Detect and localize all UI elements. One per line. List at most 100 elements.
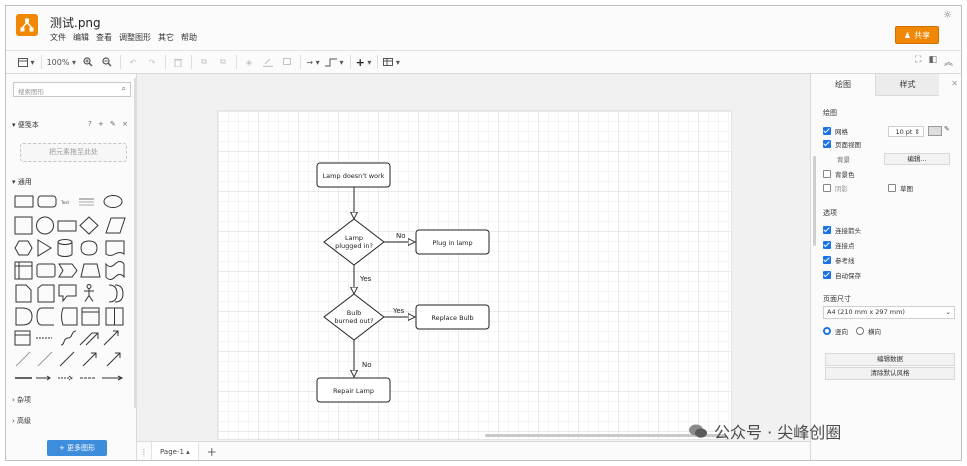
shape-document[interactable] bbox=[105, 240, 125, 256]
grid-size-input[interactable]: 10 pt ⇕ bbox=[888, 126, 924, 137]
line-color-icon[interactable] bbox=[261, 54, 275, 70]
table-icon[interactable]: ▾ bbox=[383, 54, 400, 70]
guides-checkbox[interactable] bbox=[823, 256, 831, 264]
grid-color-swatch[interactable] bbox=[928, 126, 942, 136]
connection-arrows-option[interactable]: 连接箭头 bbox=[823, 225, 861, 235]
shape-rounded-rectangle[interactable] bbox=[37, 195, 57, 208]
background-edit-button[interactable]: 编辑... bbox=[884, 153, 950, 165]
node-replace-bulb[interactable]: Replace Bulb bbox=[415, 304, 490, 330]
shape-cylinder[interactable] bbox=[57, 239, 73, 257]
shape-card-corner[interactable] bbox=[37, 284, 55, 303]
node-plug-in-lamp[interactable]: Plug in lamp bbox=[415, 229, 490, 255]
page-view-checkbox[interactable] bbox=[823, 140, 831, 148]
flowchart[interactable]: No Yes Yes No Lamp doesn't work Lamp plu… bbox=[218, 111, 733, 441]
node-lamp-doesnt-work[interactable]: Lamp doesn't work bbox=[316, 162, 391, 188]
menu-extras[interactable]: 其它 bbox=[158, 32, 174, 43]
shape-step[interactable] bbox=[58, 263, 78, 278]
advanced-header[interactable]: › 高级 bbox=[12, 416, 31, 426]
shape-stored-data[interactable] bbox=[61, 307, 78, 326]
sidebar-toggle-icon[interactable]: ▾ bbox=[18, 54, 35, 70]
zoom-in-icon[interactable] bbox=[81, 54, 95, 70]
shape-triangle[interactable] bbox=[37, 239, 52, 257]
zoom-out-icon[interactable] bbox=[100, 54, 114, 70]
tab-style[interactable]: 样式 bbox=[875, 74, 939, 96]
shape-internal-storage[interactable] bbox=[14, 261, 33, 280]
shape-dashed-arrow[interactable] bbox=[58, 375, 73, 381]
misc-header[interactable]: › 杂项 bbox=[12, 395, 31, 405]
shape-frame[interactable] bbox=[81, 307, 100, 326]
shape-double-arrow[interactable] bbox=[79, 332, 99, 346]
page-tab[interactable]: Page-1 ▴ bbox=[151, 441, 199, 460]
background-color-checkbox[interactable] bbox=[823, 170, 831, 178]
shape-arrow-line[interactable] bbox=[36, 375, 51, 381]
shape-connector[interactable] bbox=[106, 352, 121, 367]
tab-diagram[interactable]: 绘图 bbox=[811, 74, 875, 96]
shape-line[interactable] bbox=[59, 351, 75, 367]
to-back-icon[interactable]: ⧉ bbox=[216, 54, 230, 70]
fullscreen-icon[interactable]: ⛶ bbox=[915, 55, 921, 68]
shape-cloud[interactable] bbox=[80, 240, 98, 256]
format-panel-icon[interactable]: ◧ bbox=[928, 55, 937, 68]
shape-line-dashed[interactable] bbox=[37, 351, 53, 367]
share-button[interactable]: ♟ 共享 bbox=[895, 26, 939, 44]
undo-icon[interactable]: ↶ bbox=[126, 54, 140, 70]
paper-size-select[interactable]: A4 (210 mm x 297 mm) ⌄ bbox=[823, 306, 955, 319]
shape-swimlane[interactable] bbox=[14, 330, 31, 346]
insert-plus-icon[interactable]: + ▾ bbox=[356, 54, 372, 70]
connection-arrows-checkbox[interactable] bbox=[823, 226, 831, 234]
autosave-checkbox[interactable] bbox=[823, 271, 831, 279]
shape-directional-line[interactable] bbox=[82, 352, 97, 367]
add-page-icon[interactable]: + bbox=[207, 445, 217, 459]
shape-square[interactable] bbox=[14, 216, 33, 235]
waypoints-icon[interactable]: ▾ bbox=[325, 54, 344, 70]
close-panel-icon[interactable]: ✕ bbox=[951, 79, 958, 88]
canvas-area[interactable]: No Yes Yes No Lamp doesn't work Lamp plu… bbox=[137, 74, 810, 441]
pencil-icon[interactable]: ✎ bbox=[944, 125, 950, 133]
shape-arrow-diagonal[interactable] bbox=[103, 330, 119, 346]
shape-tape[interactable] bbox=[105, 261, 125, 280]
scratchpad-drop-zone[interactable]: 把元素拖至此处 bbox=[20, 143, 127, 162]
connection-points-option[interactable]: 连接点 bbox=[823, 240, 855, 250]
grid-checkbox[interactable] bbox=[823, 127, 831, 135]
shape-actor[interactable] bbox=[86, 284, 92, 289]
shape-rectangle[interactable] bbox=[14, 195, 34, 208]
shape-callout[interactable] bbox=[58, 284, 77, 303]
connection-style-icon[interactable]: → ▾ bbox=[306, 54, 320, 70]
more-shapes-button[interactable]: + 更多图形 bbox=[47, 440, 107, 456]
redo-icon[interactable]: ↷ bbox=[145, 54, 159, 70]
shape-search-input[interactable]: 搜索图形 ⌕ bbox=[13, 82, 131, 97]
shadow-option[interactable]: 阴影 bbox=[823, 183, 848, 193]
node-lamp-plugged-in[interactable]: Lamp plugged in? bbox=[323, 218, 385, 266]
shape-text[interactable]: Text bbox=[60, 200, 70, 205]
node-repair-lamp[interactable]: Repair Lamp bbox=[316, 377, 391, 403]
shape-note[interactable] bbox=[15, 284, 32, 303]
general-header[interactable]: ▾ 通用 bbox=[12, 177, 32, 187]
edge-label-no-2[interactable]: No bbox=[362, 361, 372, 369]
shape-display[interactable] bbox=[36, 307, 54, 326]
file-title[interactable]: 测试.png bbox=[50, 14, 101, 31]
guides-option[interactable]: 参考线 bbox=[823, 255, 855, 265]
menu-edit[interactable]: 编辑 bbox=[73, 32, 89, 43]
scratchpad-header[interactable]: ▾ 便笺本 bbox=[12, 120, 39, 130]
menu-arrange[interactable]: 调整图形 bbox=[119, 32, 151, 43]
shape-card[interactable] bbox=[36, 263, 56, 278]
shape-hexagon[interactable] bbox=[14, 240, 33, 256]
collapse-icon[interactable]: ︽ bbox=[944, 55, 953, 68]
shape-circle[interactable] bbox=[36, 216, 54, 235]
shape-parallelogram[interactable] bbox=[105, 217, 126, 234]
shape-diamond[interactable] bbox=[79, 216, 99, 235]
shape-or[interactable] bbox=[108, 284, 124, 303]
menu-file[interactable]: 文件 bbox=[50, 32, 66, 43]
edge-label-yes-1[interactable]: Yes bbox=[359, 275, 372, 283]
node-bulb-burned-out[interactable]: Bulb burned out? bbox=[323, 293, 385, 341]
shape-long-arrow[interactable] bbox=[102, 375, 124, 381]
scratchpad-actions[interactable]: ? + ✎ × bbox=[88, 120, 130, 128]
zoom-select[interactable]: 100% ▾ bbox=[47, 54, 76, 70]
shape-ellipse[interactable] bbox=[103, 195, 123, 208]
background-color-option[interactable]: 背景色 bbox=[823, 169, 855, 179]
edge-label-no-1[interactable]: No bbox=[396, 232, 406, 240]
general-shapes-palette[interactable]: Text bbox=[14, 192, 132, 382]
connection-points-checkbox[interactable] bbox=[823, 241, 831, 249]
shape-process[interactable] bbox=[57, 220, 77, 232]
menu-view[interactable]: 查看 bbox=[96, 32, 112, 43]
